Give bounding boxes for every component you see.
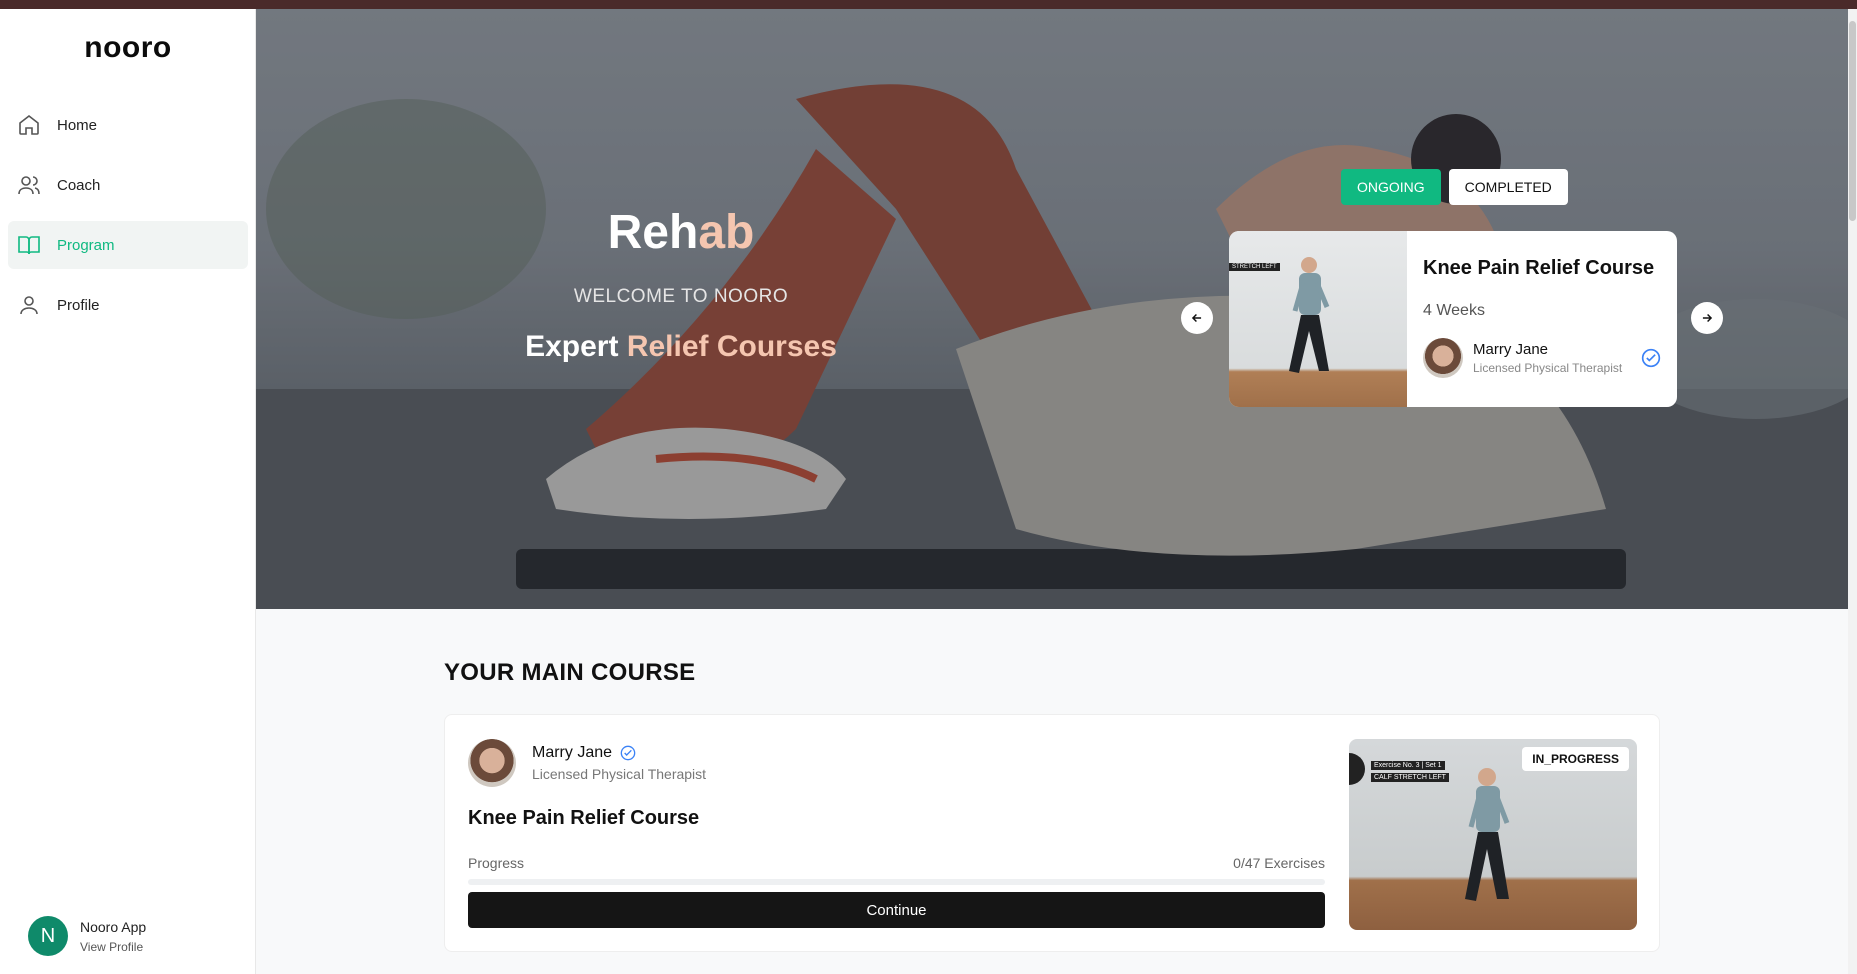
sidebar-nav: Home Coach Program Profile (8, 101, 248, 341)
course-title: Knee Pain Relief Course (468, 807, 700, 829)
hero-text: Rehab WELCOME TO NOORO Expert Relief Cou… (456, 205, 906, 364)
hero-subtitle: Expert Relief Courses (456, 330, 906, 364)
hero-subtitle-part1: Expert (525, 330, 627, 363)
tab-ongoing[interactable]: ONGOING (1341, 169, 1441, 205)
view-profile-link[interactable]: View Profile (80, 940, 146, 954)
carousel-prev-button[interactable] (1181, 302, 1213, 334)
progress-bar (468, 879, 1325, 885)
therapist-figure (1289, 257, 1330, 373)
sidebar-item-label: Profile (57, 296, 100, 314)
course-title: Knee Pain Relief Course (1423, 257, 1655, 279)
verified-icon (1641, 348, 1661, 368)
sidebar-item-label: Home (57, 116, 98, 134)
hero-subtitle-part2: Relief Courses (626, 330, 837, 363)
coach-role: Licensed Physical Therapist (532, 766, 707, 782)
coach-name-text: Marry Jane (532, 744, 613, 761)
course-carousel-card[interactable]: STRETCH LEFT Knee Pain Relief Course 4 W… (1229, 231, 1677, 407)
course-coach: Marry Jane Licensed Physical Therapist (1423, 338, 1661, 378)
course-thumbnail: STRETCH LEFT (1229, 231, 1407, 407)
verified-icon (620, 745, 636, 761)
users-icon (18, 176, 40, 195)
main-content: YOUR MAIN COURSE Marry Jane Licensed Phy… (256, 609, 1848, 974)
coach-info: Marry Jane Licensed Physical Therapist (1473, 341, 1641, 375)
course-thumbnail[interactable]: Exercise No. 3 | Set 1 CALF STRETCH LEFT… (1349, 739, 1637, 930)
scrollbar-thumb[interactable] (1849, 21, 1856, 221)
user-info: Nooro App View Profile (80, 919, 146, 954)
progress-value: 0/47 Exercises (1233, 855, 1325, 871)
continue-button[interactable]: Continue (468, 892, 1325, 928)
course-status-tabs: ONGOING COMPLETED (1341, 169, 1568, 205)
book-icon (18, 236, 40, 255)
coach-name: Marry Jane (532, 744, 706, 762)
course-card-body: Knee Pain Relief Course 4 Weeks Marry Ja… (1407, 231, 1677, 407)
sidebar-item-coach[interactable]: Coach (8, 161, 248, 209)
sidebar-item-home[interactable]: Home (8, 101, 248, 149)
main-course-card: Marry Jane Licensed Physical Therapist K… (444, 714, 1660, 952)
sidebar-item-program[interactable]: Program (8, 221, 248, 269)
tab-completed[interactable]: COMPLETED (1448, 169, 1568, 205)
sidebar-item-label: Coach (57, 176, 101, 194)
home-icon (19, 114, 39, 135)
user-profile[interactable]: N Nooro App View Profile (28, 916, 146, 956)
carousel-next-button[interactable] (1691, 302, 1723, 334)
avatar (1423, 338, 1463, 378)
sidebar-item-profile[interactable]: Profile (8, 281, 248, 329)
sidebar: nooro Home Coach Program Profile N Nooro… (0, 9, 256, 974)
progress-label: Progress (468, 855, 525, 871)
section-title: YOUR MAIN COURSE (444, 659, 696, 686)
hero-title-part2: ab (698, 206, 755, 259)
arrow-right-icon (1702, 313, 1713, 323)
user-name: Nooro App (80, 918, 147, 935)
progress-row: Progress 0/47 Exercises (468, 855, 1325, 871)
course-duration: 4 Weeks (1423, 302, 1485, 319)
user-icon (20, 296, 38, 315)
browser-top-strip (0, 0, 1857, 9)
coach-info: Marry Jane Licensed Physical Therapist (532, 744, 706, 782)
arrow-left-icon (1191, 313, 1202, 323)
course-coach: Marry Jane Licensed Physical Therapist (468, 739, 706, 787)
avatar (468, 739, 516, 787)
scrollbar[interactable] (1848, 9, 1857, 974)
hero-welcome: WELCOME TO NOORO (573, 286, 789, 307)
coach-name: Marry Jane (1473, 341, 1549, 358)
app-logo[interactable]: nooro (0, 31, 256, 65)
hero-title: Rehab (456, 205, 906, 260)
sidebar-item-label: Program (57, 236, 115, 254)
coach-role: Licensed Physical Therapist (1473, 361, 1623, 375)
status-badge: IN_PROGRESS (1522, 747, 1629, 771)
avatar[interactable]: N (28, 916, 68, 956)
hero-title-part1: Reh (607, 206, 699, 259)
hero-banner: Rehab WELCOME TO NOORO Expert Relief Cou… (256, 9, 1848, 609)
